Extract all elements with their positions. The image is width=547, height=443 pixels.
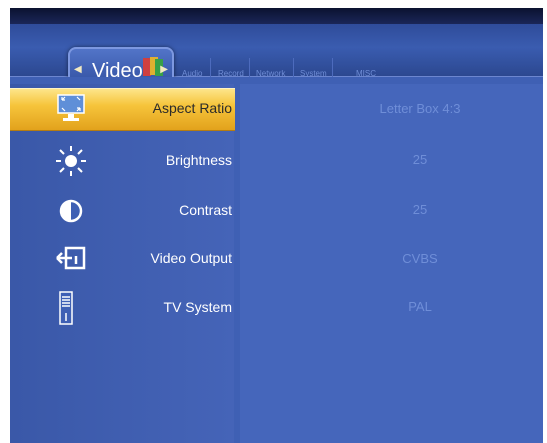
aspect-ratio-icon: [57, 94, 85, 121]
tab-left-arrow-icon[interactable]: ◀: [74, 64, 82, 75]
contrast-icon: [59, 199, 83, 223]
tab-bar: ◀ Video ▶ Audio Record Network System MI…: [10, 24, 543, 95]
video-output-icon: [56, 246, 86, 270]
menu-item-tv-system[interactable]: TV System: [10, 287, 235, 328]
video-output-value: CVBS: [402, 251, 438, 266]
menu-item-brightness[interactable]: Brightness: [10, 140, 235, 181]
tv-system-value: PAL: [408, 299, 432, 314]
brightness-icon: [56, 146, 86, 176]
tv-system-icon: [59, 291, 73, 325]
menu-item-label: Aspect Ratio: [152, 100, 232, 116]
brightness-value: 25: [412, 152, 428, 167]
contrast-value: 25: [412, 202, 428, 217]
menu-item-label: Brightness: [165, 152, 232, 168]
menu-item-contrast[interactable]: Contrast: [10, 190, 235, 231]
top-strip: [10, 8, 543, 24]
menu-item-label: Contrast: [179, 202, 232, 218]
settings-screen: ◀ Video ▶ Audio Record Network System MI…: [0, 0, 547, 443]
menu-item-video-output[interactable]: Video Output: [10, 238, 235, 279]
tab-right-arrow-icon[interactable]: ▶: [160, 64, 168, 75]
menu-item-aspect-ratio[interactable]: Aspect Ratio: [10, 88, 235, 129]
menu-item-label: Video Output: [150, 250, 232, 266]
menu-item-label: TV System: [163, 299, 232, 315]
aspect-ratio-value: Letter Box 4:3: [379, 101, 461, 116]
